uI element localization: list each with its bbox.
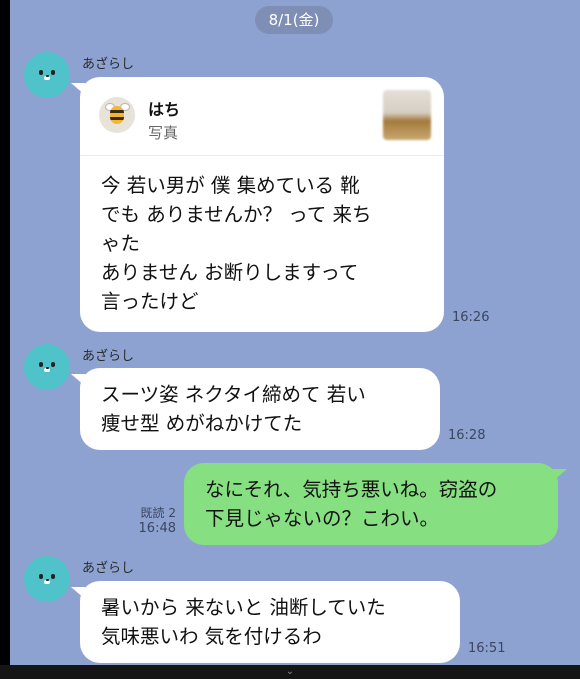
date-separator: 8/1(金)	[255, 6, 333, 34]
shared-post-subtitle: 写真	[148, 124, 179, 142]
scroll-indicator-bar[interactable]: ⌄	[0, 665, 580, 679]
shared-photo-thumbnail[interactable]	[383, 90, 431, 140]
seal-avatar-icon[interactable]	[24, 344, 70, 390]
sender-name: あざらし	[82, 349, 135, 364]
seal-avatar-icon[interactable]	[24, 52, 70, 98]
sender-name: あざらし	[82, 561, 135, 576]
read-receipt: 既読 2 16:48	[138, 506, 176, 536]
message-bubble-3[interactable]: なにそれ、気持ち悪いね。窃盗の 下見じゃないの？こわい。	[184, 463, 567, 545]
message-bubble-1[interactable]: はち 写真 今 若い男が 僕 集めている 靴 でも ありませんか？ って 来ち …	[71, 77, 444, 332]
sender-name: あざらし	[82, 57, 135, 72]
chat-view[interactable]: 8/1(金) あざらし はち 写真 今 若い男が 僕 集めている 靴 でも あり…	[10, 0, 580, 665]
message-time: 16:28	[448, 428, 486, 443]
seal-avatar-icon[interactable]	[24, 556, 70, 602]
message-time: 16:26	[452, 310, 490, 325]
message-bubble-4[interactable]: 暑いから 来ないと 油断していた 気味悪いわ 気を付けるわ	[71, 581, 460, 663]
message-bubble-2[interactable]: スーツ姿 ネクタイ締めて 若い 痩せ型 めがねかけてた	[71, 368, 440, 450]
chevron-down-icon[interactable]: ⌄	[286, 666, 294, 677]
message-text: 今 若い男が 僕 集めている 靴 でも ありませんか？ って 来ち ゃた ありま…	[101, 174, 372, 313]
message-time: 16:51	[468, 641, 506, 656]
message-text: なにそれ、気持ち悪いね。窃盗の 下見じゃないの？こわい。	[205, 478, 498, 530]
message-text: スーツ姿 ネクタイ締めて 若い 痩せ型 めがねかけてた	[101, 383, 366, 435]
shared-post-header[interactable]: はち 写真	[80, 77, 444, 156]
message-text: 暑いから 来ないと 油断していた 気味悪いわ 気を付けるわ	[101, 596, 386, 648]
bee-icon	[99, 97, 135, 133]
